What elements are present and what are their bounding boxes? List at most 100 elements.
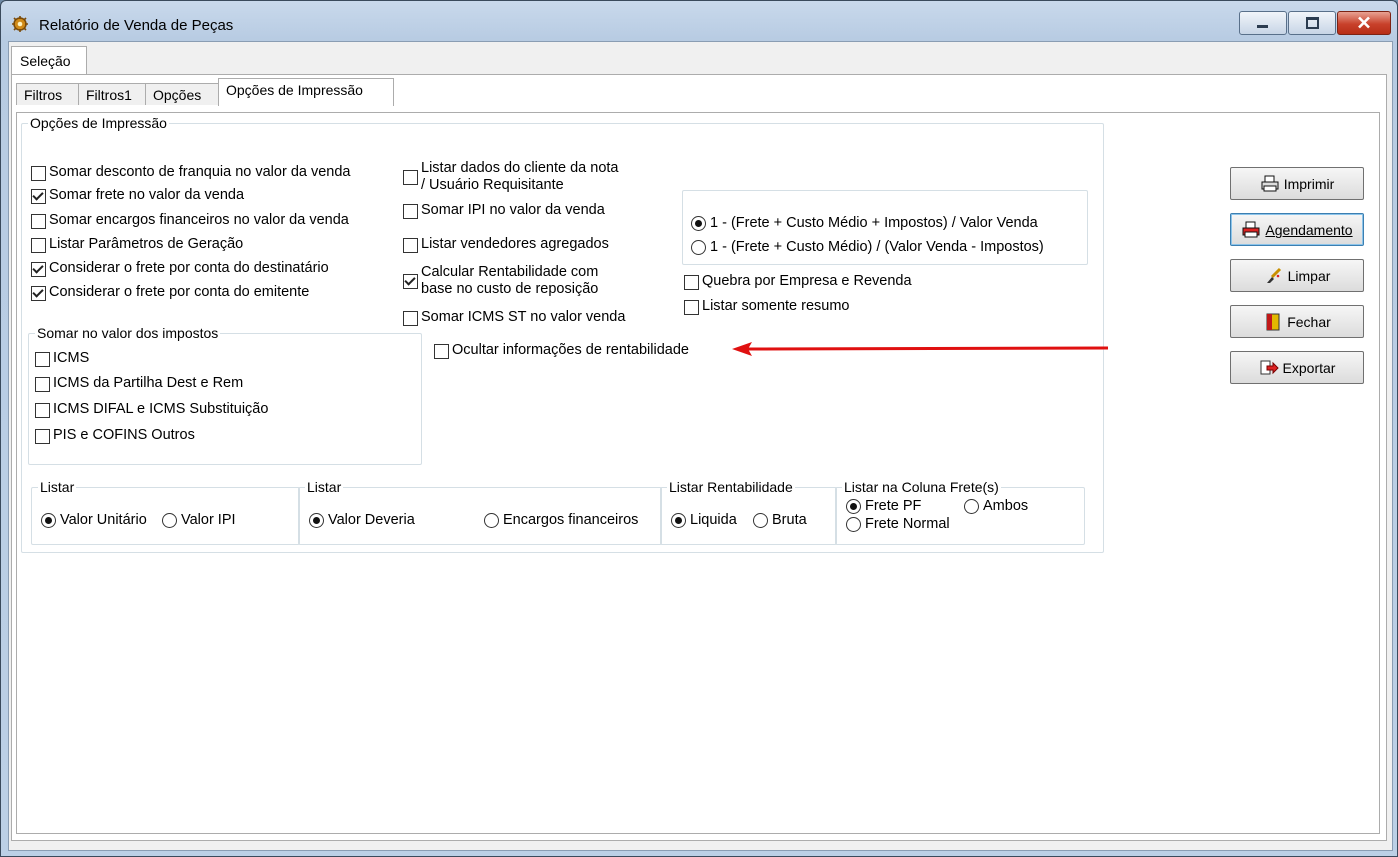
window-title: Relatório de Venda de Peças bbox=[39, 17, 234, 34]
print-options-legend: Opções de Impressão bbox=[28, 115, 169, 131]
agendamento-button[interactable]: Agendamento bbox=[1230, 213, 1364, 246]
frete-group: Listar na Coluna Frete(s) Frete PF Ambos… bbox=[835, 479, 1085, 545]
checkbox-somar-encargos[interactable]: Somar encargos financeiros no valor da v… bbox=[31, 212, 349, 229]
print-options-group: Opções de Impressão Somar desconto de fr… bbox=[21, 115, 1109, 553]
fechar-button[interactable]: Fechar bbox=[1230, 305, 1364, 338]
frete-legend: Listar na Coluna Frete(s) bbox=[842, 479, 1001, 495]
checkbox-box bbox=[684, 275, 699, 290]
checkbox-somar-ipi[interactable]: Somar IPI no valor da venda bbox=[403, 202, 605, 219]
exportar-button[interactable]: Exportar bbox=[1230, 351, 1364, 384]
checkbox-listar-vendedores[interactable]: Listar vendedores agregados bbox=[403, 236, 609, 253]
printer-icon bbox=[1261, 175, 1279, 191]
checkbox-frete-emitente[interactable]: Considerar o frete por conta do emitente bbox=[31, 284, 309, 301]
checkbox-box bbox=[31, 286, 46, 301]
report-window: Relatório de Venda de Peças Seleção Filt… bbox=[0, 0, 1398, 857]
checkbox-box bbox=[31, 166, 46, 181]
checkbox-box bbox=[684, 300, 699, 315]
radio-dot bbox=[753, 512, 768, 528]
radio-dot bbox=[846, 516, 861, 532]
broom-icon bbox=[1266, 267, 1281, 283]
export-arrow-icon bbox=[1260, 360, 1279, 374]
checkbox-box bbox=[434, 344, 449, 359]
tab-selecao[interactable]: Seleção bbox=[11, 46, 87, 75]
taxes-group: Somar no valor dos impostos ICMS ICMS da… bbox=[28, 325, 422, 465]
formula-group: 1 - (Frete + Custo Médio + Impostos) / V… bbox=[682, 190, 1088, 265]
checkbox-box bbox=[31, 214, 46, 229]
checkbox-box bbox=[35, 377, 50, 392]
tab-opcoes-impressao[interactable]: Opções de Impressão bbox=[218, 78, 394, 106]
checkbox-box bbox=[403, 311, 418, 326]
checkbox-calcular-rentabilidade[interactable]: Calcular Rentabilidade com base no custo … bbox=[403, 264, 598, 298]
radio-dot bbox=[309, 512, 324, 528]
checkbox-frete-destinatario[interactable]: Considerar o frete por conta do destinat… bbox=[31, 260, 329, 277]
imprimir-button[interactable]: Imprimir bbox=[1230, 167, 1364, 200]
checkbox-somar-desconto-franquia[interactable]: Somar desconto de franquia no valor da v… bbox=[31, 164, 350, 181]
radio-bruta[interactable]: Bruta bbox=[753, 512, 807, 528]
radio-dot bbox=[964, 498, 979, 514]
listar-legend-2: Listar bbox=[305, 479, 344, 495]
minimize-button[interactable] bbox=[1239, 11, 1287, 35]
checkbox-pis-cofins[interactable]: PIS e COFINS Outros bbox=[35, 427, 195, 444]
checkbox-icms[interactable]: ICMS bbox=[35, 350, 89, 367]
checkbox-box bbox=[31, 238, 46, 253]
checkbox-listar-resumo[interactable]: Listar somente resumo bbox=[684, 298, 849, 315]
limpar-button[interactable]: Limpar bbox=[1230, 259, 1364, 292]
checkbox-ocultar-rentabilidade[interactable]: Ocultar informações de rentabilidade bbox=[434, 342, 689, 359]
maximize-icon bbox=[1306, 17, 1319, 29]
checkbox-box bbox=[403, 204, 418, 219]
radio-frete-normal[interactable]: Frete Normal bbox=[846, 516, 950, 532]
radio-dot bbox=[691, 239, 706, 255]
checkbox-box bbox=[31, 189, 46, 204]
radio-liquida[interactable]: Liquida bbox=[671, 512, 737, 528]
tab-opcoes[interactable]: Opções bbox=[145, 83, 220, 105]
radio-dot bbox=[41, 512, 56, 528]
radio-dot bbox=[846, 498, 861, 514]
rentabilidade-group: Listar Rentabilidade Liquida Bruta bbox=[660, 479, 837, 545]
radio-valor-ipi[interactable]: Valor IPI bbox=[162, 512, 236, 528]
taxes-legend: Somar no valor dos impostos bbox=[35, 325, 221, 341]
close-button[interactable] bbox=[1337, 11, 1391, 35]
rentabilidade-legend: Listar Rentabilidade bbox=[667, 479, 795, 495]
radio-dot bbox=[162, 512, 177, 528]
close-icon bbox=[1358, 16, 1370, 29]
app-icon bbox=[12, 16, 28, 32]
window-client-area: Seleção Filtros Filtros1 Opções Opções d… bbox=[8, 41, 1393, 851]
radio-formula-1[interactable]: 1 - (Frete + Custo Médio + Impostos) / V… bbox=[691, 215, 1038, 231]
checkbox-box bbox=[403, 238, 418, 253]
checkbox-box bbox=[403, 274, 418, 289]
checkbox-box bbox=[35, 352, 50, 367]
title-bar[interactable]: Relatório de Venda de Peças bbox=[1, 1, 1397, 41]
checkbox-box bbox=[35, 429, 50, 444]
listar-legend-1: Listar bbox=[38, 479, 77, 495]
checkbox-somar-frete[interactable]: Somar frete no valor da venda bbox=[31, 187, 244, 204]
radio-encargos-financeiros[interactable]: Encargos financeiros bbox=[484, 512, 638, 528]
opcoes-impressao-panel: Opções de Impressão Somar desconto de fr… bbox=[16, 112, 1380, 834]
checkbox-icms-partilha[interactable]: ICMS da Partilha Dest e Rem bbox=[35, 375, 243, 392]
checkbox-quebra-empresa[interactable]: Quebra por Empresa e Revenda bbox=[684, 273, 912, 290]
radio-valor-deveria[interactable]: Valor Deveria bbox=[309, 512, 415, 528]
radio-formula-2[interactable]: 1 - (Frete + Custo Médio) / (Valor Venda… bbox=[691, 239, 1044, 255]
maximize-button[interactable] bbox=[1288, 11, 1336, 35]
checkbox-box bbox=[31, 262, 46, 277]
checkbox-listar-dados-cliente[interactable]: Listar dados do cliente da nota / Usuário… bbox=[403, 160, 619, 194]
checkbox-somar-icms-st[interactable]: Somar ICMS ST no valor venda bbox=[403, 309, 625, 326]
radio-dot bbox=[484, 512, 499, 528]
checkbox-icms-difal[interactable]: ICMS DIFAL e ICMS Substituição bbox=[35, 401, 268, 418]
checkbox-box bbox=[35, 403, 50, 418]
listar-group-2: Listar Valor Deveria Encargos financeiro… bbox=[298, 479, 662, 545]
door-exit-icon bbox=[1266, 313, 1280, 330]
radio-ambos[interactable]: Ambos bbox=[964, 498, 1028, 514]
red-arrow-annotation bbox=[732, 342, 1109, 356]
selecao-panel: Filtros Filtros1 Opções Opções de Impres… bbox=[11, 74, 1387, 841]
radio-dot bbox=[671, 512, 686, 528]
checkbox-box bbox=[403, 170, 418, 185]
radio-frete-pf[interactable]: Frete PF bbox=[846, 498, 921, 514]
minimize-icon bbox=[1257, 25, 1268, 28]
listar-group-1: Listar Valor Unitário Valor IPI bbox=[31, 479, 300, 545]
radio-valor-unitario[interactable]: Valor Unitário bbox=[41, 512, 147, 528]
checkbox-listar-parametros[interactable]: Listar Parâmetros de Geração bbox=[31, 236, 243, 253]
schedule-printer-icon bbox=[1242, 221, 1260, 237]
tab-filtros1[interactable]: Filtros1 bbox=[78, 83, 147, 105]
radio-dot bbox=[691, 215, 706, 231]
tab-filtros[interactable]: Filtros bbox=[16, 83, 80, 105]
